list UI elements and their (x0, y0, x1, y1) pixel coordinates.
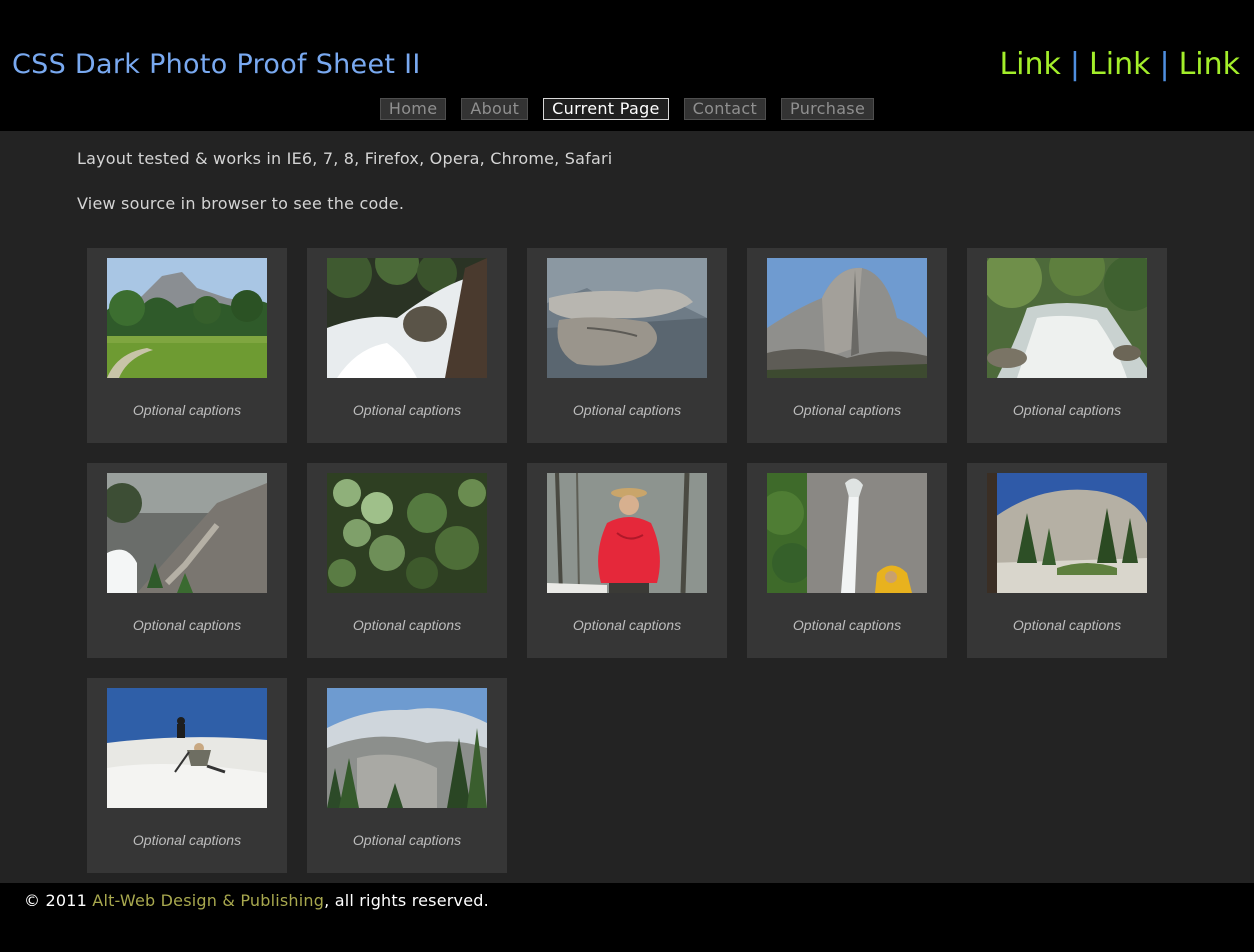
photo-card: Optional captions (307, 463, 507, 658)
photo-image (107, 473, 267, 593)
top-link-3[interactable]: Link (1179, 47, 1240, 82)
photo-card: Optional captions (87, 248, 287, 443)
nav-current-page[interactable]: Current Page (543, 98, 669, 120)
photo-caption: Optional captions (1012, 402, 1122, 418)
nav-about[interactable]: About (461, 98, 529, 120)
photo-card: Optional captions (307, 678, 507, 873)
photo-card: Optional captions (87, 463, 287, 658)
photo-card: Optional captions (747, 463, 947, 658)
photo-card: Optional captions (967, 248, 1167, 443)
photo-overhanging-rock[interactable] (547, 258, 707, 378)
photo-snow-field-hiker[interactable] (107, 688, 267, 808)
photo-card: Optional captions (747, 248, 947, 443)
photo-card: Optional captions (527, 463, 727, 658)
photo-card: Optional captions (967, 463, 1167, 658)
intro-browser-support: Layout tested & works in IE6, 7, 8, Fire… (77, 149, 613, 168)
photo-image (327, 688, 487, 808)
header: CSS Dark Photo Proof Sheet II Link | Link |… (0, 0, 1254, 131)
photo-image (547, 258, 707, 378)
photo-image (547, 473, 707, 593)
photo-image (327, 473, 487, 593)
photo-half-dome[interactable] (767, 258, 927, 378)
intro-text: Layout tested & works in IE6, 7, 8, Fire… (77, 149, 612, 213)
top-links: Link | Link | Link (999, 47, 1240, 82)
nav-contact[interactable]: Contact (683, 98, 767, 120)
photo-caption: Optional captions (352, 402, 462, 418)
photo-snowy-peak-vista[interactable] (327, 688, 487, 808)
photo-gallery: Optional captions Optional captions Opti… (87, 248, 1187, 873)
photo-caption: Optional captions (132, 402, 242, 418)
photo-caption: Optional captions (572, 617, 682, 633)
photo-granite-dome-pines[interactable] (987, 473, 1147, 593)
nav-purchase[interactable]: Purchase (781, 98, 875, 120)
photo-image (107, 688, 267, 808)
photo-caption: Optional captions (1012, 617, 1122, 633)
photo-waterfall-yellow-hood[interactable] (767, 473, 927, 593)
photo-half-dome-meadow[interactable] (107, 258, 267, 378)
photo-image (327, 258, 487, 378)
photo-caption: Optional captions (792, 617, 902, 633)
main-nav: Home About Current Page Contact Purchase (0, 98, 1254, 120)
top-link-2[interactable]: Link (1089, 47, 1150, 82)
photo-caption: Optional captions (352, 832, 462, 848)
photo-rushing-cascade[interactable] (327, 258, 487, 378)
photo-caption: Optional captions (572, 402, 682, 418)
photo-image (767, 473, 927, 593)
photo-mountain-river[interactable] (987, 258, 1147, 378)
link-separator: | (1069, 47, 1081, 82)
intro-view-source: View source in browser to see the code. (77, 194, 405, 213)
photo-card: Optional captions (527, 248, 727, 443)
footer: © 2011 Alt-Web Design & Publishing, all … (0, 883, 1254, 952)
footer-text: © 2011 Alt-Web Design & Publishing, all … (24, 891, 489, 910)
site-title: CSS Dark Photo Proof Sheet II (12, 49, 421, 80)
photo-card: Optional captions (87, 678, 287, 873)
company-link[interactable]: Alt-Web Design & Publishing (92, 891, 324, 910)
nav-home[interactable]: Home (379, 98, 447, 120)
photo-caption: Optional captions (792, 402, 902, 418)
photo-caption: Optional captions (132, 832, 242, 848)
top-link-1[interactable]: Link (999, 47, 1060, 82)
photo-mist-trail-steps[interactable] (107, 473, 267, 593)
photo-mossy-plants[interactable] (327, 473, 487, 593)
photo-image (987, 258, 1147, 378)
copyright-prefix: © 2011 (24, 891, 93, 910)
photo-caption: Optional captions (132, 617, 242, 633)
photo-image (767, 258, 927, 378)
photo-image (987, 473, 1147, 593)
photo-caption: Optional captions (352, 617, 462, 633)
photo-image (107, 258, 267, 378)
photo-card: Optional captions (307, 248, 507, 443)
link-separator: | (1159, 47, 1170, 82)
photo-hiker-red-poncho[interactable] (547, 473, 707, 593)
copyright-suffix: , all rights reserved. (324, 891, 489, 910)
